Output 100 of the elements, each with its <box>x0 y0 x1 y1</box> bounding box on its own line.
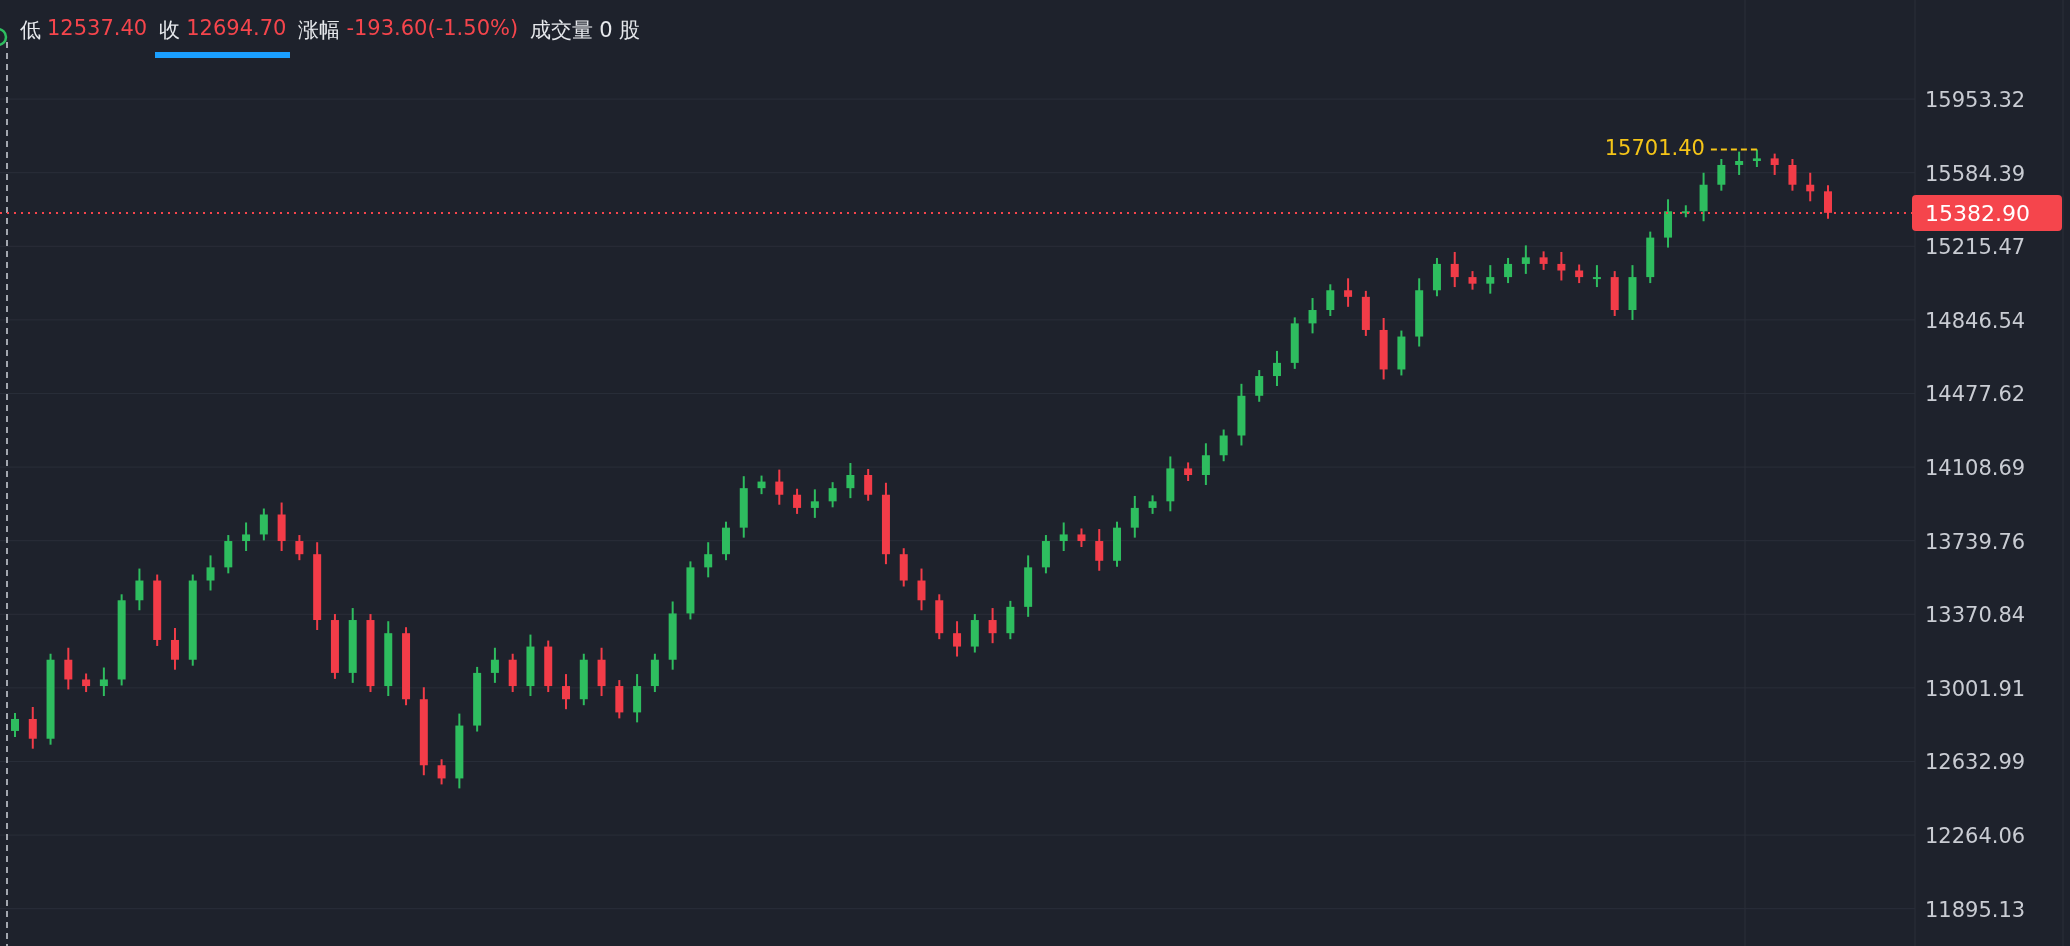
candlestick <box>224 534 233 575</box>
candlestick <box>1752 148 1761 168</box>
candlestick <box>1681 204 1690 219</box>
candlestick <box>206 554 215 592</box>
candlestick <box>970 613 979 654</box>
candlestick <box>82 672 91 694</box>
candlestick <box>864 468 873 502</box>
candlestick <box>1077 527 1086 548</box>
candlestick <box>739 475 748 539</box>
axis-label: 13370.84 <box>1925 603 2026 628</box>
candlestick <box>1255 369 1264 403</box>
candlestick <box>562 673 570 711</box>
price-label: 15382.90 <box>1912 194 2062 231</box>
candlestick <box>1717 158 1726 192</box>
candlestick <box>1148 494 1157 515</box>
candlestick <box>757 474 766 496</box>
candlestick <box>259 507 268 542</box>
axis-label: 12632.99 <box>1925 750 2026 775</box>
candlestick <box>615 679 624 720</box>
candlestick <box>793 487 802 515</box>
candlestick <box>135 567 144 612</box>
candlestick <box>953 620 962 658</box>
candlestick <box>1290 316 1299 370</box>
candlestick <box>1273 349 1281 387</box>
candlestick <box>1415 277 1424 348</box>
candlestick <box>1130 494 1139 539</box>
candlestick <box>899 547 908 588</box>
candlestick <box>917 567 926 612</box>
candlestick <box>1575 263 1584 285</box>
candlestick <box>1379 317 1388 381</box>
candlestick <box>1646 230 1655 285</box>
candlestick <box>508 652 517 694</box>
candlestick <box>277 501 286 552</box>
axis-label: 14846.54 <box>1925 308 2026 333</box>
candlestick <box>1184 461 1193 482</box>
candlestick <box>1059 521 1068 552</box>
axis-label: 15215.47 <box>1925 235 2026 260</box>
max-price-label: 15701.40 <box>1604 136 1705 161</box>
candlestick <box>775 468 784 506</box>
leader-line <box>1709 148 1758 151</box>
field-label: 收 <box>159 17 181 44</box>
axis-label: 13739.76 <box>1925 529 2026 554</box>
candlestick <box>935 593 944 641</box>
field-value: 12694.70 <box>186 16 287 42</box>
candlestick <box>1610 270 1619 317</box>
candlestick <box>1504 256 1513 285</box>
candlestick <box>295 534 304 562</box>
candlestick <box>1806 171 1815 203</box>
candlestick <box>1024 554 1033 618</box>
candlestick <box>1788 158 1797 192</box>
candlestick <box>722 520 730 562</box>
candlestick <box>686 560 695 621</box>
candlestick <box>579 652 588 707</box>
candlestick <box>846 462 855 500</box>
candlestick <box>1521 244 1530 275</box>
candlestick <box>526 633 535 698</box>
candlestick <box>1557 250 1566 282</box>
axis-label: 13001.91 <box>1925 676 2026 701</box>
axis-label: 15584.39 <box>1925 161 2026 186</box>
candlestick <box>473 665 482 733</box>
candlestick <box>1432 256 1441 298</box>
candlestick <box>11 712 19 738</box>
candlestick <box>650 652 659 694</box>
candlestick <box>1006 599 1015 641</box>
field-label: 涨幅 <box>298 17 341 44</box>
candlestick <box>1326 283 1335 317</box>
candlestick <box>1361 289 1370 337</box>
candlestick <box>1041 534 1050 575</box>
candlestick <box>1166 455 1175 513</box>
candlestick <box>1095 528 1104 572</box>
candlestick <box>99 666 108 698</box>
candlestick <box>64 646 73 691</box>
candlestick <box>28 706 37 750</box>
candlestick <box>1699 171 1708 223</box>
candlestick <box>1539 250 1548 271</box>
field-value: 0 股 <box>599 17 641 44</box>
candlestick <box>988 607 997 645</box>
candlestick <box>1219 428 1228 463</box>
candlestick <box>490 646 499 684</box>
candlestick <box>1237 382 1246 447</box>
candlestick <box>704 541 713 579</box>
candlestick <box>1201 442 1210 486</box>
candlestick <box>1735 150 1744 176</box>
candlestick <box>544 639 553 694</box>
candlestick <box>633 673 642 724</box>
candlestick <box>1308 297 1317 335</box>
candlestick <box>597 646 606 698</box>
axis-label: 14108.69 <box>1925 456 2026 481</box>
candlestick <box>1397 329 1406 377</box>
ref-line-label: 15382.90 <box>1925 200 2030 226</box>
axis-label: 12264.06 <box>1925 824 2026 849</box>
candlestick <box>1628 264 1637 321</box>
axis-label: 11895.13 <box>1925 897 2026 922</box>
field-value: 12537.40 <box>47 16 148 42</box>
field-value: -193.60(-1.50%) <box>346 16 519 42</box>
candlestick <box>242 521 251 552</box>
candlestick <box>1770 152 1779 176</box>
axis-label: 15953.32 <box>1925 88 2026 113</box>
candlestick <box>828 481 837 509</box>
candlestick <box>1468 270 1477 291</box>
